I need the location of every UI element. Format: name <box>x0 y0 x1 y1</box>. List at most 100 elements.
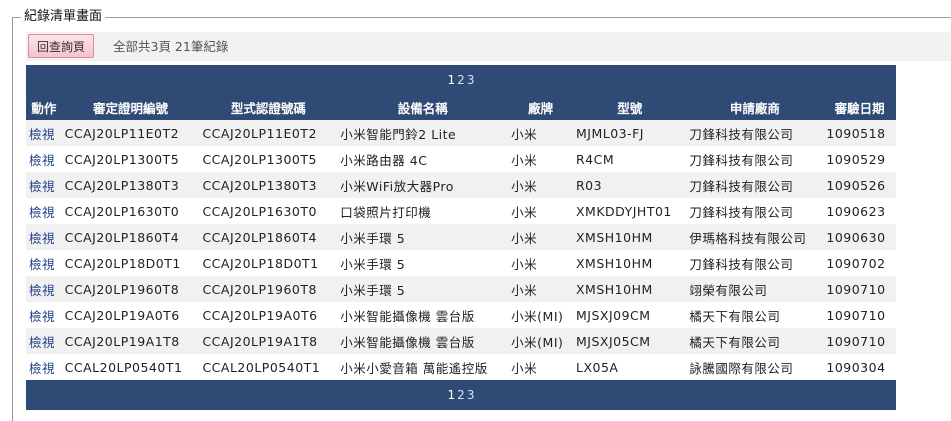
col-applicant-cell: 刀鋒科技有限公司 <box>686 172 824 198</box>
page-link-1[interactable]: 1 <box>447 388 457 402</box>
col-model-cell: LX05A <box>572 354 687 380</box>
col-cert-no-cell: CCAJ20LP18D0T1 <box>199 250 338 276</box>
col-cert-no-cell: CCAJ20LP19A1T8 <box>199 328 338 354</box>
col-action-cell: 檢視 <box>26 354 62 380</box>
table-row: 檢視 CCAJ20LP1300T5 CCAJ20LP1300T5 小米路由器 4C 小米… <box>26 146 896 172</box>
col-review-date-cell: 1090702 <box>823 250 896 276</box>
col-cert-no-cell: CCAJ20LP1300T5 <box>199 146 338 172</box>
col-applicant-cell: 刀鋒科技有限公司 <box>686 198 824 224</box>
fieldset-legend: 紀錄清單畫面 <box>21 9 106 25</box>
col-action-cell: 檢視 <box>26 120 62 146</box>
col-device-name-cell: 小米手環 5 <box>337 250 509 276</box>
view-link[interactable]: 檢視 <box>29 153 55 168</box>
record-summary: 全部共3頁 21筆紀錄 <box>113 39 229 54</box>
table-row: 檢視 CCAJ20LP1960T8 CCAJ20LP1960T8 小米手環 5 小米 XM… <box>26 276 896 302</box>
col-action-cell: 檢視 <box>26 250 62 276</box>
table-body: 檢視 CCAJ20LP11E0T2 CCAJ20LP11E0T2 小米智能門鈴2 Li… <box>26 120 896 380</box>
view-link[interactable]: 檢視 <box>29 283 55 298</box>
col-cert-no-cell: CCAJ20LP11E0T2 <box>199 120 338 146</box>
view-link[interactable]: 檢視 <box>29 231 55 246</box>
col-applicant-cell: 刀鋒科技有限公司 <box>686 120 824 146</box>
col-approval-no-cell: CCAJ20LP1300T5 <box>61 146 200 172</box>
col-review-date-cell: 1090710 <box>823 276 896 302</box>
col-model-cell: XMKDDYJHT01 <box>572 198 687 224</box>
page-link-1[interactable]: 1 <box>447 73 457 87</box>
col-review-date-cell: 1090529 <box>823 146 896 172</box>
col-action-cell: 檢視 <box>26 172 62 198</box>
col-action-cell: 檢視 <box>26 146 62 172</box>
page-link-3[interactable]: 3 <box>466 388 476 402</box>
col-review-date-cell: 1090710 <box>823 328 896 354</box>
col-review-date-cell: 1090630 <box>823 224 896 250</box>
table-row: 檢視 CCAJ20LP19A0T6 CCAJ20LP19A0T6 小米智能攝像機 雲台… <box>26 302 896 328</box>
col-model-cell: MJML03-FJ <box>572 120 687 146</box>
col-approval-no-cell: CCAJ20LP1380T3 <box>61 172 200 198</box>
col-brand-cell: 小米(MI) <box>508 302 573 328</box>
col-brand-cell: 小米(MI) <box>508 328 573 354</box>
col-applicant-cell: 伊瑪格科技有限公司 <box>686 224 824 250</box>
col-device-name-cell: 口袋照片打印機 <box>337 198 509 224</box>
col-device-name-cell: 小米小愛音箱 萬能遙控版 <box>337 354 509 380</box>
col-device-name-cell: 小米WiFi放大器Pro <box>337 172 509 198</box>
col-model-header: 型號 <box>572 95 687 120</box>
col-approval-no-cell: CCAJ20LP1860T4 <box>61 224 200 250</box>
col-model-cell: MJSXJ05CM <box>572 328 687 354</box>
col-cert-no-header: 型式認證號碼 <box>199 95 338 120</box>
col-model-cell: XMSH10HM <box>572 276 687 302</box>
col-review-date-cell: 1090526 <box>823 172 896 198</box>
page-link-2[interactable]: 2 <box>456 73 466 87</box>
table-header-row: 動作 審定證明編號 型式認證號碼 設備名稱 廠牌 型號 申請廠商 審驗日期 <box>26 95 896 120</box>
col-device-name-header: 設備名稱 <box>337 95 509 120</box>
table-row: 檢視 CCAJ20LP1380T3 CCAJ20LP1380T3 小米WiFi放大器P… <box>26 172 896 198</box>
pager-bottom: 123 <box>26 380 896 410</box>
col-approval-no-cell: CCAJ20LP19A1T8 <box>61 328 200 354</box>
col-cert-no-cell: CCAJ20LP1630T0 <box>199 198 338 224</box>
col-review-date-cell: 1090623 <box>823 198 896 224</box>
table-row: 檢視 CCAJ20LP11E0T2 CCAJ20LP11E0T2 小米智能門鈴2 Li… <box>26 120 896 146</box>
col-applicant-cell: 刀鋒科技有限公司 <box>686 250 824 276</box>
col-review-date-header: 審驗日期 <box>823 95 896 120</box>
col-brand-cell: 小米 <box>508 250 573 276</box>
view-link[interactable]: 檢視 <box>29 257 55 272</box>
col-action-cell: 檢視 <box>26 328 62 354</box>
page-link-2[interactable]: 2 <box>456 388 466 402</box>
col-review-date-cell: 1090304 <box>823 354 896 380</box>
pager-top-cell: 123 <box>26 65 896 95</box>
col-review-date-cell: 1090518 <box>823 120 896 146</box>
view-link[interactable]: 檢視 <box>29 179 55 194</box>
back-to-search-button[interactable]: 回查詢頁 <box>28 34 94 58</box>
col-approval-no-cell: CCAJ20LP19A0T6 <box>61 302 200 328</box>
view-link[interactable]: 檢視 <box>29 205 55 220</box>
col-cert-no-cell: CCAJ20LP1380T3 <box>199 172 338 198</box>
col-brand-cell: 小米 <box>508 172 573 198</box>
pager-top: 123 <box>26 65 896 95</box>
col-brand-cell: 小米 <box>508 354 573 380</box>
col-approval-no-cell: CCAJ20LP1960T8 <box>61 276 200 302</box>
col-cert-no-cell: CCAL20LP0540T1 <box>199 354 338 380</box>
col-model-cell: XMSH10HM <box>572 250 687 276</box>
col-applicant-cell: 詠騰國際有限公司 <box>686 354 824 380</box>
pager-bottom-cell: 123 <box>26 380 896 410</box>
view-link[interactable]: 檢視 <box>29 361 55 376</box>
col-device-name-cell: 小米智能門鈴2 Lite <box>337 120 509 146</box>
col-review-date-cell: 1090710 <box>823 302 896 328</box>
col-approval-no-cell: CCAJ20LP18D0T1 <box>61 250 200 276</box>
col-brand-cell: 小米 <box>508 198 573 224</box>
view-link[interactable]: 檢視 <box>29 335 55 350</box>
col-approval-no-cell: CCAL20LP0540T1 <box>61 354 200 380</box>
col-device-name-cell: 小米路由器 4C <box>337 146 509 172</box>
view-link[interactable]: 檢視 <box>29 127 55 142</box>
page-link-3[interactable]: 3 <box>466 73 476 87</box>
col-model-cell: MJSXJ09CM <box>572 302 687 328</box>
col-action-cell: 檢視 <box>26 224 62 250</box>
col-model-cell: R03 <box>572 172 687 198</box>
col-device-name-cell: 小米智能攝像機 雲台版 <box>337 328 509 354</box>
table-row: 檢視 CCAJ20LP1860T4 CCAJ20LP1860T4 小米手環 5 小米 XM… <box>26 224 896 250</box>
col-device-name-cell: 小米手環 5 <box>337 276 509 302</box>
col-device-name-cell: 小米智能攝像機 雲台版 <box>337 302 509 328</box>
table-row: 檢視 CCAJ20LP18D0T1 CCAJ20LP18D0T1 小米手環 5 小米 XM… <box>26 250 896 276</box>
col-action-cell: 檢視 <box>26 302 62 328</box>
col-cert-no-cell: CCAJ20LP19A0T6 <box>199 302 338 328</box>
records-table: 123 動作 審定證明編號 型式認證號碼 設備名稱 廠牌 型號 申請廠商 審驗日期 檢視 CCA… <box>26 65 896 410</box>
view-link[interactable]: 檢視 <box>29 309 55 324</box>
